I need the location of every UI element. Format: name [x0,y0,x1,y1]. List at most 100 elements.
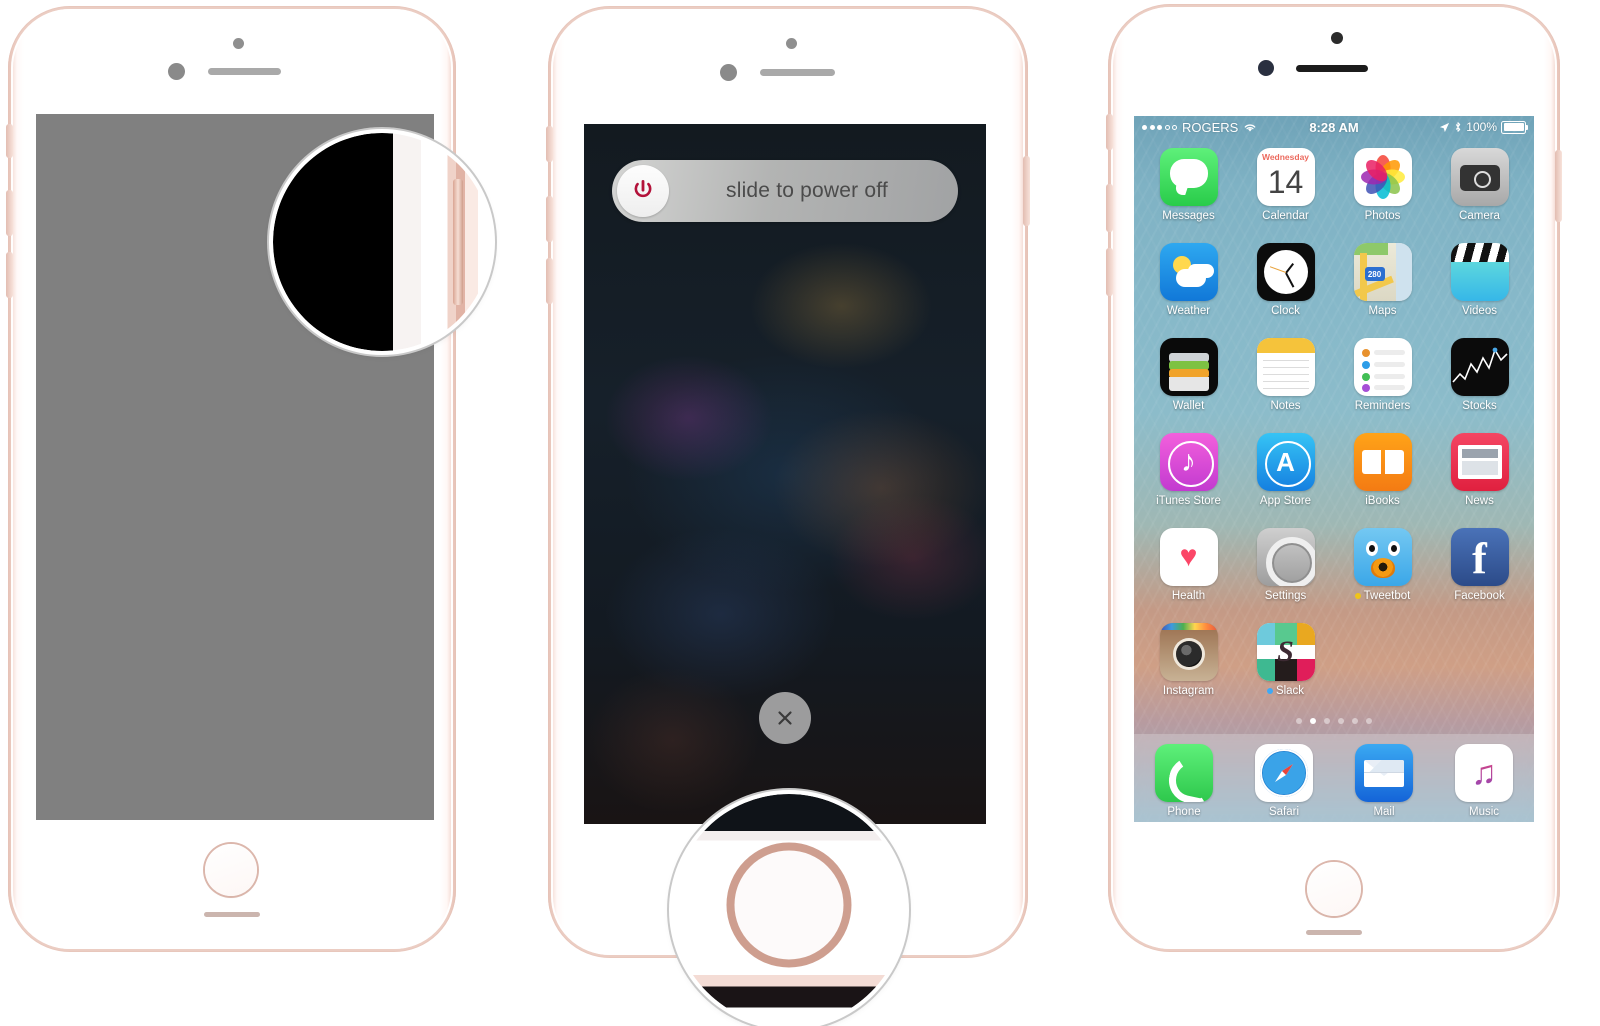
videos-icon [1450,243,1509,301]
magnifier-content [673,794,905,1026]
magnifier-content [273,133,491,351]
envelope [1364,760,1404,787]
dock-app-mail[interactable]: Mail [1355,744,1413,818]
app-label: Weather [1166,305,1211,317]
app-reminders[interactable]: Reminders [1334,338,1431,433]
ambient-light-sensor [720,64,737,81]
clock-icon [1256,243,1315,301]
sleep-wake-button-magnified[interactable] [452,178,463,306]
phone-1 [6,6,491,952]
ambient-light-sensor [168,63,185,80]
slide-to-power-off-label: slide to power off [726,179,888,202]
silent-switch[interactable] [6,124,13,158]
status-bar-right: 100% [1359,120,1528,134]
dock-app-phone[interactable]: Phone [1155,744,1213,818]
status-bar-left: ROGERS [1142,120,1309,135]
page-indicator[interactable] [1134,718,1534,724]
carrier-label: ROGERS [1182,119,1239,135]
app-wallet[interactable]: Wallet [1140,338,1237,433]
app-stocks[interactable]: Stocks [1431,338,1528,433]
app-health[interactable]: Health [1140,528,1237,623]
messages-icon [1159,148,1218,206]
itunes-store-icon [1159,433,1218,491]
app-label: Reminders [1354,400,1411,412]
app-clock[interactable]: Clock [1237,243,1334,338]
phone-3-screen[interactable]: ROGERS 8:28 AM 100% Messages Wednesday 1… [1134,116,1534,822]
volume-down-button[interactable] [1106,248,1113,296]
calendar-icon: Wednesday 14 [1256,148,1315,206]
slide-to-power-off-slider[interactable]: slide to power off [612,160,958,222]
app-slack[interactable]: S Slack [1237,623,1334,718]
phone-2-screen[interactable]: slide to power off [584,124,986,824]
sleep-wake-button[interactable] [1023,156,1030,226]
status-bar-time: 8:28 AM [1309,119,1359,135]
app-facebook[interactable]: Facebook [1431,528,1528,623]
dock-app-safari[interactable]: Safari [1255,744,1313,818]
app-settings[interactable]: Settings [1237,528,1334,623]
cancel-button[interactable] [759,692,811,744]
signal-strength-icon [1142,124,1177,130]
silent-switch[interactable] [1106,114,1113,150]
app-app-store[interactable]: App Store [1237,433,1334,528]
earpiece-speaker [208,68,281,75]
app-instagram[interactable]: Instagram [1140,623,1237,718]
app-maps[interactable]: 280 Maps [1334,243,1431,338]
front-camera [786,38,797,49]
magnifier-home-button [673,794,905,1026]
app-label: Calendar [1262,210,1309,222]
tweetbot-icon [1353,528,1412,586]
photos-icon [1353,148,1412,206]
unread-badge-dot [1354,593,1361,599]
app-label: App Store [1259,495,1312,507]
unread-badge-dot [1266,688,1273,694]
home-button[interactable] [1307,862,1361,916]
app-weather[interactable]: Weather [1140,243,1237,338]
app-label: Mail [1373,806,1395,818]
app-label: News [1465,495,1494,507]
app-grid: Messages Wednesday 14 Calendar Photos Ca… [1134,142,1534,730]
app-label: Health [1171,590,1206,602]
earpiece-speaker [760,69,835,76]
app-ibooks[interactable]: iBooks [1334,433,1431,528]
app-itunes-store[interactable]: iTunes Store [1140,433,1237,528]
slack-icon: S [1256,623,1315,681]
app-photos[interactable]: Photos [1334,148,1431,243]
maps-icon: 280 [1353,243,1412,301]
app-label: Videos [1462,305,1497,317]
bluetooth-icon [1456,122,1461,132]
app-label-text: Slack [1275,685,1305,697]
app-news[interactable]: News [1431,433,1528,528]
silent-switch[interactable] [546,126,553,162]
volume-up-button[interactable] [546,196,553,242]
battery-percent-label: 100% [1466,120,1497,134]
notes-icon [1256,338,1315,396]
home-button[interactable] [205,844,257,896]
app-videos[interactable]: Videos [1431,243,1528,338]
news-paper [1457,445,1502,479]
app-camera[interactable]: Camera [1431,148,1528,243]
phone-icon [1155,744,1213,802]
camera-icon [1450,148,1509,206]
dock-app-music[interactable]: Music [1455,744,1513,818]
app-notes[interactable]: Notes [1237,338,1334,433]
stocks-icon [1450,338,1509,396]
gear-icon [1265,537,1315,586]
volume-up-button[interactable] [1106,184,1113,232]
location-arrow-icon [1440,122,1450,132]
app-label-text: Tweetbot [1363,590,1411,602]
magnifier-sleep-wake-button [273,133,491,351]
app-calendar[interactable]: Wednesday 14 Calendar [1237,148,1334,243]
volume-down-button[interactable] [546,258,553,304]
bottom-speaker [1306,930,1362,935]
app-label: Messages [1162,210,1215,222]
app-label: Clock [1271,305,1300,317]
sleep-wake-button[interactable] [1555,150,1562,222]
app-label: Photos [1364,210,1401,222]
home-button-magnified[interactable] [734,850,844,960]
app-store-icon [1256,433,1315,491]
app-tweetbot[interactable]: Tweetbot [1334,528,1431,623]
app-messages[interactable]: Messages [1140,148,1237,243]
volume-up-button[interactable] [6,190,13,236]
volume-down-button[interactable] [6,252,13,298]
app-label: Slack [1266,685,1305,697]
